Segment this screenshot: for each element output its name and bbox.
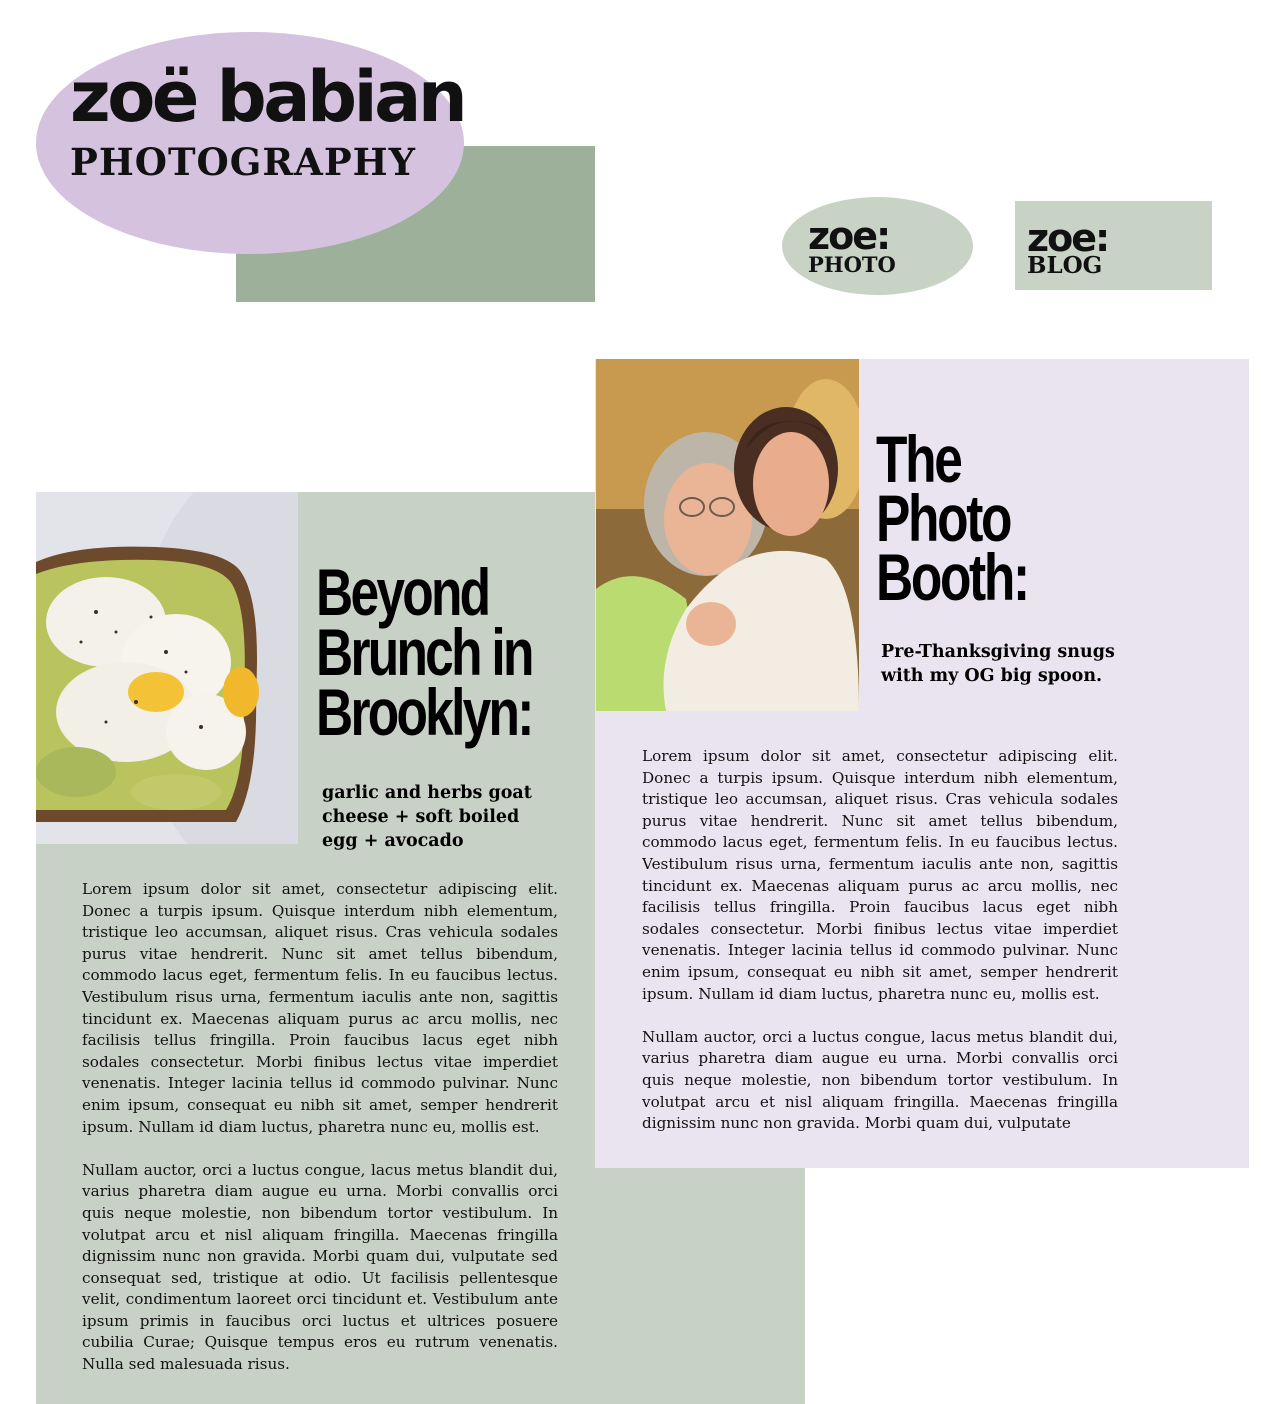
- booth-paragraph: Nullam auctor, orci a luctus congue, lac…: [642, 1027, 1118, 1133]
- booth-body: Lorem ipsum dolor sit amet, consectetur …: [642, 746, 1118, 1136]
- brunch-title: Beyond Brunch in Brooklyn:: [316, 555, 534, 749]
- brunch-subtitle: garlic and herbs goat cheese + soft boil…: [322, 783, 532, 851]
- brunch-paragraph: Nullam auctor, orci a luctus congue, lac…: [82, 1160, 558, 1374]
- brunch-article-panel-extension: [596, 1168, 805, 1404]
- booth-subtitle: Pre-Thanksgiving snugs with my OG big sp…: [881, 642, 1115, 686]
- booth-paragraph: Lorem ipsum dolor sit amet, consectetur …: [642, 747, 1118, 1003]
- brunch-title-line: Beyond: [316, 555, 491, 629]
- nav-blog-label: BLOG: [1027, 252, 1103, 279]
- two-women-selfie-photo[interactable]: [596, 359, 859, 711]
- selfie-illustration: [596, 359, 859, 711]
- avocado-toast-photo[interactable]: [36, 492, 298, 844]
- nav-photo-label: PHOTO: [808, 252, 896, 277]
- brunch-body: Lorem ipsum dolor sit amet, consectetur …: [82, 879, 558, 1397]
- nav-photo-button[interactable]: zoe: PHOTO: [782, 197, 973, 295]
- nav-blog-button[interactable]: zoe: BLOG: [1015, 201, 1212, 290]
- brunch-title-line: Brunch in: [316, 615, 534, 689]
- booth-title: The Photo Booth:: [876, 426, 1030, 614]
- nav-photo-brand: zoe:: [808, 214, 891, 258]
- logo-name[interactable]: zoë babian: [70, 62, 468, 132]
- booth-title-line: Booth:: [876, 540, 1030, 614]
- logo-subtitle: PHOTOGRAPHY: [70, 140, 417, 184]
- avocado-toast-illustration: [36, 492, 298, 844]
- brunch-paragraph: Lorem ipsum dolor sit amet, consectetur …: [82, 880, 558, 1136]
- brunch-title-line: Brooklyn:: [316, 675, 534, 749]
